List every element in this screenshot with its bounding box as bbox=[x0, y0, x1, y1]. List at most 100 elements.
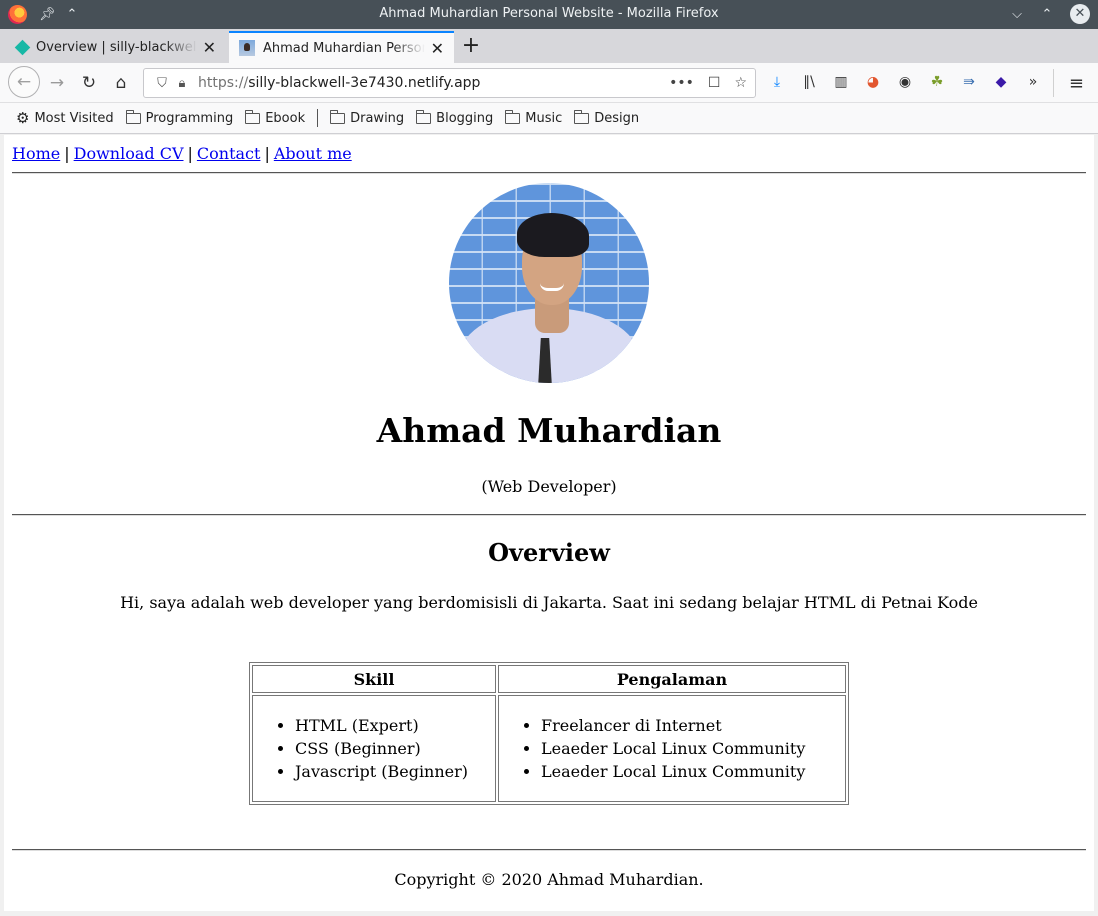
extension-arrow-icon[interactable]: ⇛ bbox=[960, 73, 978, 91]
list-item: HTML (Expert) bbox=[295, 714, 495, 737]
nav-separator: | bbox=[264, 144, 270, 163]
bookmark-label: Music bbox=[525, 110, 563, 126]
forward-icon[interactable]: → bbox=[42, 68, 72, 98]
experience-cell: Freelancer di Internet Leaeder Local Lin… bbox=[498, 695, 846, 802]
nav-separator: | bbox=[187, 144, 193, 163]
site-navigation: Home | Download CV | Contact | About me bbox=[12, 144, 352, 163]
nav-separator: | bbox=[64, 144, 70, 163]
copyright-footer: Copyright © 2020 Ahmad Muhardian. bbox=[394, 870, 704, 889]
new-tab-icon[interactable]: + bbox=[460, 33, 482, 58]
list-item: Freelancer di Internet bbox=[541, 714, 845, 737]
folder-icon bbox=[245, 109, 261, 124]
navigation-toolbar: ← → ↻ ⌂ ⛉ 🔒︎ https://silly-blackwell-3e7… bbox=[0, 63, 1098, 103]
bookmark-blogging[interactable]: Blogging bbox=[416, 109, 494, 126]
extension-plant-icon[interactable]: ☘ bbox=[928, 73, 946, 91]
minimize-icon[interactable]: ⌵ bbox=[1010, 7, 1024, 22]
profile-name: Ahmad Muhardian bbox=[376, 411, 722, 450]
pocket-icon[interactable]: ☐ bbox=[708, 75, 721, 91]
bookmark-label: Blogging bbox=[436, 110, 494, 126]
url-scheme: https:// bbox=[198, 75, 249, 91]
bookmarks-toolbar: ⚙ Most Visited Programming Ebook Drawing… bbox=[0, 103, 1098, 134]
intro-paragraph: Hi, saya adalah web developer yang berdo… bbox=[120, 593, 978, 612]
reload-icon[interactable]: ↻ bbox=[74, 68, 104, 98]
experience-list: Freelancer di Internet Leaeder Local Lin… bbox=[541, 714, 845, 783]
bookmark-label: Design bbox=[594, 110, 640, 126]
folder-icon bbox=[574, 109, 590, 124]
hamburger-menu-icon[interactable]: ≡ bbox=[1069, 73, 1084, 94]
folder-icon bbox=[416, 109, 432, 124]
nav-link-home[interactable]: Home bbox=[12, 144, 60, 163]
bookmark-label: Ebook bbox=[265, 110, 306, 126]
close-tab-icon[interactable]: ✕ bbox=[203, 38, 216, 57]
tab-overview[interactable]: Overview | silly-blackwell-3e7430 ✕ bbox=[4, 31, 226, 63]
tab-label: Ahmad Muhardian Personal Website bbox=[263, 40, 425, 56]
extension-color-icon[interactable]: ◕ bbox=[864, 73, 882, 91]
horizontal-rule bbox=[12, 849, 1086, 851]
list-item: CSS (Beginner) bbox=[295, 737, 495, 760]
library-icon[interactable]: ∥\ bbox=[800, 73, 818, 91]
url-actions: ••• ☐ ☆ bbox=[669, 75, 747, 91]
table-row: HTML (Expert) CSS (Beginner) Javascript … bbox=[252, 695, 846, 802]
nav-link-about-me[interactable]: About me bbox=[274, 144, 352, 163]
bookmark-programming[interactable]: Programming bbox=[125, 109, 234, 126]
window-controls: ⌵ ⌃ ✕ bbox=[1010, 4, 1090, 24]
table-header-row: Skill Pengalaman bbox=[252, 665, 846, 693]
page-actions-icon[interactable]: ••• bbox=[669, 75, 694, 91]
list-item: Leaeder Local Linux Community bbox=[541, 760, 845, 783]
skill-experience-table: Skill Pengalaman HTML (Expert) CSS (Begi… bbox=[249, 662, 849, 805]
bookmark-label: Drawing bbox=[350, 110, 405, 126]
skill-list: HTML (Expert) CSS (Beginner) Javascript … bbox=[295, 714, 495, 783]
window-titlebar: 📌︎ ⌃ Ahmad Muhardian Personal Website - … bbox=[0, 0, 1098, 29]
table-header-skill: Skill bbox=[252, 665, 496, 693]
gear-icon: ⚙ bbox=[16, 109, 30, 127]
profile-photo bbox=[449, 183, 649, 383]
tab-label: Overview | silly-blackwell-3e7430 bbox=[36, 39, 197, 55]
home-icon[interactable]: ⌂ bbox=[106, 68, 136, 98]
url-host: silly-blackwell-3e7430.netlify.app bbox=[248, 75, 481, 91]
close-tab-icon[interactable]: ✕ bbox=[431, 39, 444, 58]
overview-heading: Overview bbox=[488, 538, 610, 567]
tab-personal-website[interactable]: Ahmad Muhardian Personal Website ✕ bbox=[229, 31, 454, 63]
window-title: Ahmad Muhardian Personal Website - Mozil… bbox=[379, 6, 719, 21]
horizontal-rule bbox=[12, 172, 1086, 174]
bookmark-drawing[interactable]: Drawing bbox=[330, 109, 405, 126]
maximize-icon[interactable]: ⌃ bbox=[1040, 7, 1054, 22]
account-icon[interactable]: ◉ bbox=[896, 73, 914, 91]
overflow-chevron-icon[interactable]: » bbox=[1024, 73, 1042, 91]
web-page-content: Home | Download CV | Contact | About me Ahmad … bbox=[4, 135, 1094, 911]
netlify-diamond-icon bbox=[14, 39, 31, 55]
bookmark-ebook[interactable]: Ebook bbox=[245, 109, 306, 126]
list-item: Javascript (Beginner) bbox=[295, 760, 495, 783]
close-window-icon[interactable]: ✕ bbox=[1070, 4, 1090, 24]
bookmark-label: Most Visited bbox=[34, 110, 114, 126]
bookmark-separator bbox=[317, 109, 319, 127]
bookmark-music[interactable]: Music bbox=[505, 109, 563, 126]
toolbar-separator bbox=[1053, 69, 1054, 97]
list-item: Leaeder Local Linux Community bbox=[541, 737, 845, 760]
profile-role: (Web Developer) bbox=[481, 477, 617, 496]
photo-favicon-icon bbox=[239, 40, 255, 56]
extension-gem-icon[interactable]: ◆ bbox=[992, 73, 1010, 91]
download-icon[interactable]: ⤓ bbox=[768, 73, 786, 91]
folder-icon bbox=[505, 109, 521, 124]
folder-icon bbox=[125, 109, 141, 124]
bookmark-star-icon[interactable]: ☆ bbox=[734, 75, 747, 91]
horizontal-rule bbox=[12, 514, 1086, 516]
sidebar-icon[interactable]: ▥ bbox=[832, 73, 850, 91]
bookmark-label: Programming bbox=[145, 110, 234, 126]
bookmark-design[interactable]: Design bbox=[574, 109, 640, 126]
skill-cell: HTML (Expert) CSS (Beginner) Javascript … bbox=[252, 695, 496, 802]
tab-bar: Overview | silly-blackwell-3e7430 ✕ Ahma… bbox=[0, 29, 1098, 63]
table-header-experience: Pengalaman bbox=[498, 665, 846, 693]
nav-link-download-cv[interactable]: Download CV bbox=[74, 144, 184, 163]
folder-icon bbox=[330, 109, 346, 124]
lock-icon[interactable]: 🔒︎ bbox=[172, 76, 192, 91]
nav-link-contact[interactable]: Contact bbox=[197, 144, 261, 163]
photo-hair bbox=[517, 213, 589, 257]
url-text[interactable]: https://silly-blackwell-3e7430.netlify.a… bbox=[198, 75, 669, 91]
url-bar[interactable]: ⛉ 🔒︎ https://silly-blackwell-3e7430.netl… bbox=[143, 68, 756, 98]
toolbar-icons: ⤓ ∥\ ▥ ◕ ◉ ☘ ⇛ ◆ » bbox=[768, 73, 1042, 91]
back-icon[interactable]: ← bbox=[8, 66, 40, 98]
tracking-shield-icon[interactable]: ⛉ bbox=[152, 76, 172, 91]
bookmark-most-visited[interactable]: ⚙ Most Visited bbox=[16, 109, 114, 127]
